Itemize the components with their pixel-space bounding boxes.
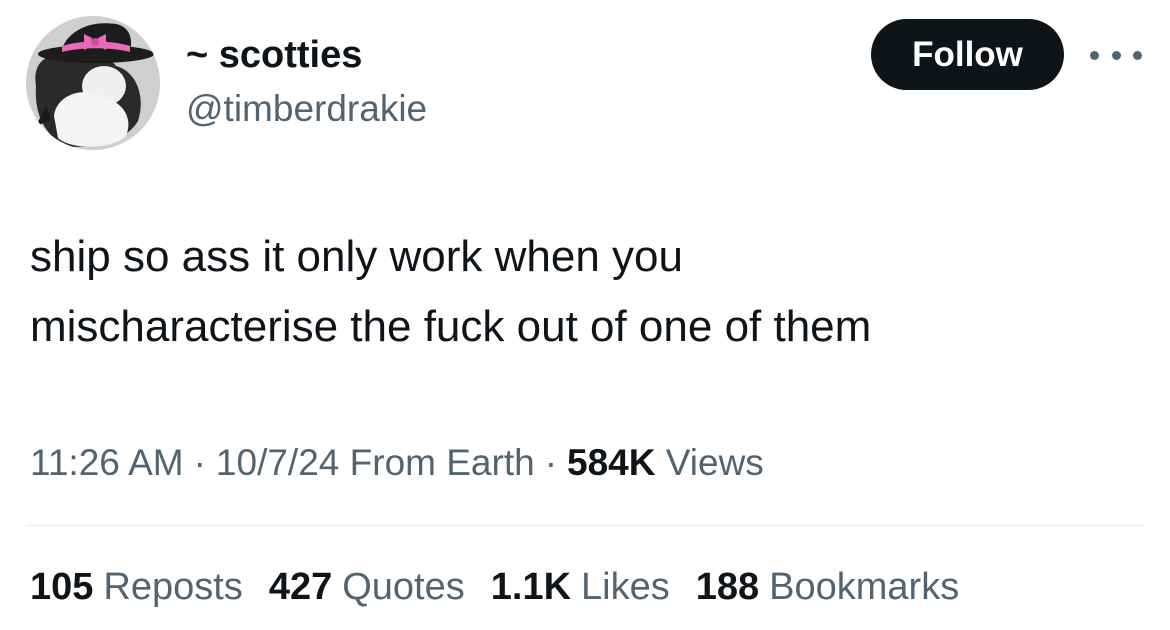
quotes-label: Quotes bbox=[342, 566, 465, 608]
user-handle[interactable]: @timberdrakie bbox=[186, 86, 427, 132]
reposts-count: 105 bbox=[30, 566, 94, 608]
tweet-text-line: mischaracterise the fuck out of one of t… bbox=[30, 302, 872, 351]
tweet-time[interactable]: 11:26 AM bbox=[30, 442, 184, 483]
bookmarks-label: Bookmarks bbox=[769, 566, 960, 608]
likes-stat[interactable]: 1.1K Likes bbox=[491, 564, 670, 610]
meta-separator: · bbox=[544, 442, 558, 483]
tweet-text-line: ship so ass it only work when you bbox=[30, 232, 683, 281]
reposts-stat[interactable]: 105 Reposts bbox=[30, 564, 243, 610]
tweet-meta: 11:26 AM · 10/7/24 From Earth · 584K Views bbox=[30, 440, 764, 486]
author-names: ~ scotties @timberdrakie bbox=[186, 32, 427, 132]
likes-label: Likes bbox=[581, 566, 670, 608]
views-label: Views bbox=[665, 442, 764, 483]
tweet-card: ~ scotties @timberdrakie Follow ship so … bbox=[0, 0, 1170, 630]
more-options-button[interactable] bbox=[1090, 40, 1142, 70]
bookmarks-count: 188 bbox=[695, 566, 760, 608]
reposts-label: Reposts bbox=[103, 566, 243, 608]
divider bbox=[26, 525, 1144, 526]
witch-hat-avatar-icon bbox=[26, 16, 160, 150]
quotes-stat[interactable]: 427 Quotes bbox=[269, 564, 465, 610]
more-dots-icon bbox=[1133, 50, 1142, 60]
bookmarks-stat[interactable]: 188 Bookmarks bbox=[696, 564, 959, 610]
quotes-count: 427 bbox=[268, 566, 333, 608]
meta-separator: · bbox=[193, 442, 206, 483]
avatar[interactable] bbox=[26, 16, 160, 150]
tweet-text: ship so ass it only work when you mischa… bbox=[30, 222, 1130, 362]
more-dots-icon bbox=[1090, 50, 1099, 60]
tweet-location: From Earth bbox=[349, 442, 535, 483]
tweet-date[interactable]: 10/7/24 bbox=[216, 442, 339, 483]
engagement-stats: 105 Reposts 427 Quotes 1.1K Likes 188 Bookma… bbox=[30, 564, 985, 610]
views-count: 584K bbox=[567, 442, 656, 483]
display-name[interactable]: ~ scotties bbox=[186, 32, 427, 78]
follow-button[interactable]: Follow bbox=[871, 19, 1064, 90]
more-dots-icon bbox=[1111, 50, 1121, 60]
likes-count: 1.1K bbox=[490, 566, 572, 608]
